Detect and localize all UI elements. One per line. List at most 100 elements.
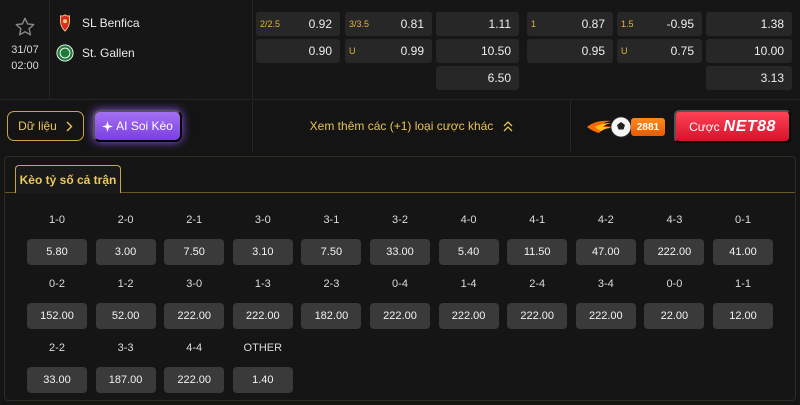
score-option: 1-0 5.80 <box>27 213 87 265</box>
more-bets-link[interactable]: Xem thêm các (+1) loại cược khác <box>253 101 570 151</box>
match-time: 02:00 <box>11 60 39 72</box>
score-option: 4-4 222.00 <box>164 341 225 393</box>
odd-1x2-ft-away[interactable]: 10.50 <box>436 39 519 63</box>
score-option: 0-0 22.00 <box>644 277 705 329</box>
promo-code-badge: 2881 <box>631 118 665 136</box>
odd-handicap-h1-home[interactable]: 1 0.87 <box>527 12 613 36</box>
match-row: 31/07 02:00 SL Benfica St. Gallen 2/2.5 … <box>0 0 800 100</box>
score-option: 2-3 182.00 <box>301 277 362 329</box>
score-option: 1-3 222.00 <box>232 277 293 329</box>
score-odd-button[interactable]: 1.40 <box>232 367 293 393</box>
score-label: 4-1 <box>529 214 546 226</box>
score-option: 4-2 47.00 <box>575 213 636 265</box>
score-odd-button[interactable]: 33.00 <box>27 367 87 393</box>
score-option: 3-0 3.10 <box>232 213 293 265</box>
home-team[interactable]: SL Benfica <box>56 14 140 32</box>
tab-underline <box>5 192 795 193</box>
score-odd-button[interactable]: 7.50 <box>301 239 362 265</box>
benfica-crest-icon <box>60 14 70 32</box>
correct-score-section: Kèo tỷ số cả trận 1-0 5.80 2-0 3.00 2-1 7.50 3… <box>4 156 796 401</box>
score-label: 0-2 <box>49 278 65 290</box>
odd-1x2-ft-home[interactable]: 1.11 <box>436 12 519 36</box>
score-odd-button[interactable]: 222.00 <box>644 239 705 265</box>
odd-1x2-ft-draw[interactable]: 6.50 <box>436 66 519 90</box>
score-odd-button[interactable]: 222.00 <box>232 303 293 329</box>
score-label: 4-3 <box>666 214 683 226</box>
score-label: 2-1 <box>186 214 203 226</box>
score-odd-button[interactable]: 222.00 <box>507 303 568 329</box>
odd-handicap-ft-home[interactable]: 2/2.5 0.92 <box>256 12 340 36</box>
score-option: 3-4 222.00 <box>575 277 636 329</box>
odd-ou-h1-over[interactable]: 1.5 -0.95 <box>617 12 702 36</box>
score-odd-button[interactable]: 5.80 <box>27 239 87 265</box>
score-option: 3-1 7.50 <box>301 213 362 265</box>
score-option: 0-1 41.00 <box>713 213 773 265</box>
score-label: 3-2 <box>392 214 408 226</box>
score-odd-button[interactable]: 3.10 <box>232 239 293 265</box>
score-odd-button[interactable]: 5.40 <box>438 239 499 265</box>
match-date: 31/07 <box>11 44 39 56</box>
ai-analysis-button[interactable]: AI Soi Kèo <box>93 110 182 142</box>
score-option: 1-2 52.00 <box>95 277 156 329</box>
score-option: 4-0 5.40 <box>438 213 499 265</box>
score-label: 2-2 <box>49 342 65 354</box>
score-label: 0-1 <box>735 214 751 226</box>
odd-handicap-ft-away[interactable]: 0.90 <box>256 39 340 63</box>
score-odd-button[interactable]: 3.00 <box>95 239 156 265</box>
score-option: 3-3 187.00 <box>95 341 156 393</box>
score-label: 1-2 <box>117 278 134 290</box>
odd-ou-ft-under[interactable]: U 0.99 <box>345 39 432 63</box>
score-option: 4-3 222.00 <box>644 213 705 265</box>
flaming-football-icon <box>587 116 632 138</box>
score-label: 3-0 <box>254 214 271 226</box>
score-odd-button[interactable]: 7.50 <box>164 239 225 265</box>
score-odd-button[interactable]: 33.00 <box>370 239 430 265</box>
odd-ou-ft-over[interactable]: 3/3.5 0.81 <box>345 12 432 36</box>
odd-ou-h1-under[interactable]: U 0.75 <box>617 39 702 63</box>
score-odd-button[interactable]: 52.00 <box>95 303 156 329</box>
score-odd-button[interactable]: 222.00 <box>164 303 225 329</box>
odd-1x2-h1-away[interactable]: 10.00 <box>706 39 792 63</box>
score-odd-button[interactable]: 222.00 <box>370 303 430 329</box>
score-label: 1-0 <box>49 214 65 226</box>
score-odd-button[interactable]: 182.00 <box>301 303 362 329</box>
score-odd-button[interactable]: 22.00 <box>644 303 705 329</box>
match-time-column: 31/07 02:00 <box>0 0 50 100</box>
score-odd-button[interactable]: 152.00 <box>27 303 87 329</box>
score-odd-button[interactable]: 222.00 <box>438 303 499 329</box>
score-label: 3-0 <box>186 278 203 290</box>
odd-1x2-h1-home[interactable]: 1.38 <box>706 12 792 36</box>
away-team[interactable]: St. Gallen <box>56 44 135 62</box>
score-option: 2-4 222.00 <box>507 277 568 329</box>
score-option: 4-1 11.50 <box>507 213 568 265</box>
data-button-label: Dữ liệu <box>18 119 57 133</box>
favorite-star-icon[interactable] <box>14 16 36 38</box>
odd-handicap-h1-away[interactable]: 0.95 <box>527 39 613 63</box>
divider <box>570 101 571 151</box>
odd-1x2-h1-draw[interactable]: 3.13 <box>706 66 792 90</box>
st-gallen-crest-icon <box>56 44 74 62</box>
teams-column: SL Benfica St. Gallen <box>50 0 253 100</box>
score-odd-button[interactable]: 187.00 <box>95 367 156 393</box>
score-odd-button[interactable]: 222.00 <box>575 303 636 329</box>
away-team-name: St. Gallen <box>82 46 135 60</box>
score-odd-button[interactable]: 11.50 <box>507 239 568 265</box>
score-option: 0-4 222.00 <box>370 277 430 329</box>
net88-brand-logo: NET88 <box>723 117 776 135</box>
score-option: 2-1 7.50 <box>164 213 225 265</box>
score-odd-button[interactable]: 47.00 <box>575 239 636 265</box>
score-odd-button[interactable]: 41.00 <box>713 239 773 265</box>
bet-net88-button[interactable]: Cược NET88 <box>674 110 791 143</box>
score-label: 4-0 <box>460 214 477 226</box>
score-odd-button[interactable]: 222.00 <box>164 367 225 393</box>
data-button[interactable]: Dữ liệu <box>7 111 84 141</box>
score-odd-button[interactable]: 12.00 <box>713 303 773 329</box>
promo-2881-banner[interactable]: 2881 <box>585 115 665 139</box>
score-option: OTHER 1.40 <box>232 341 293 393</box>
score-option: 1-1 12.00 <box>713 277 773 329</box>
ai-analysis-label: AI Soi Kèo <box>116 119 173 133</box>
tab-correct-score[interactable]: Kèo tỷ số cả trận <box>15 165 121 193</box>
sparkle-icon <box>102 120 114 132</box>
score-label: 4-2 <box>597 214 614 226</box>
home-team-name: SL Benfica <box>82 16 140 30</box>
